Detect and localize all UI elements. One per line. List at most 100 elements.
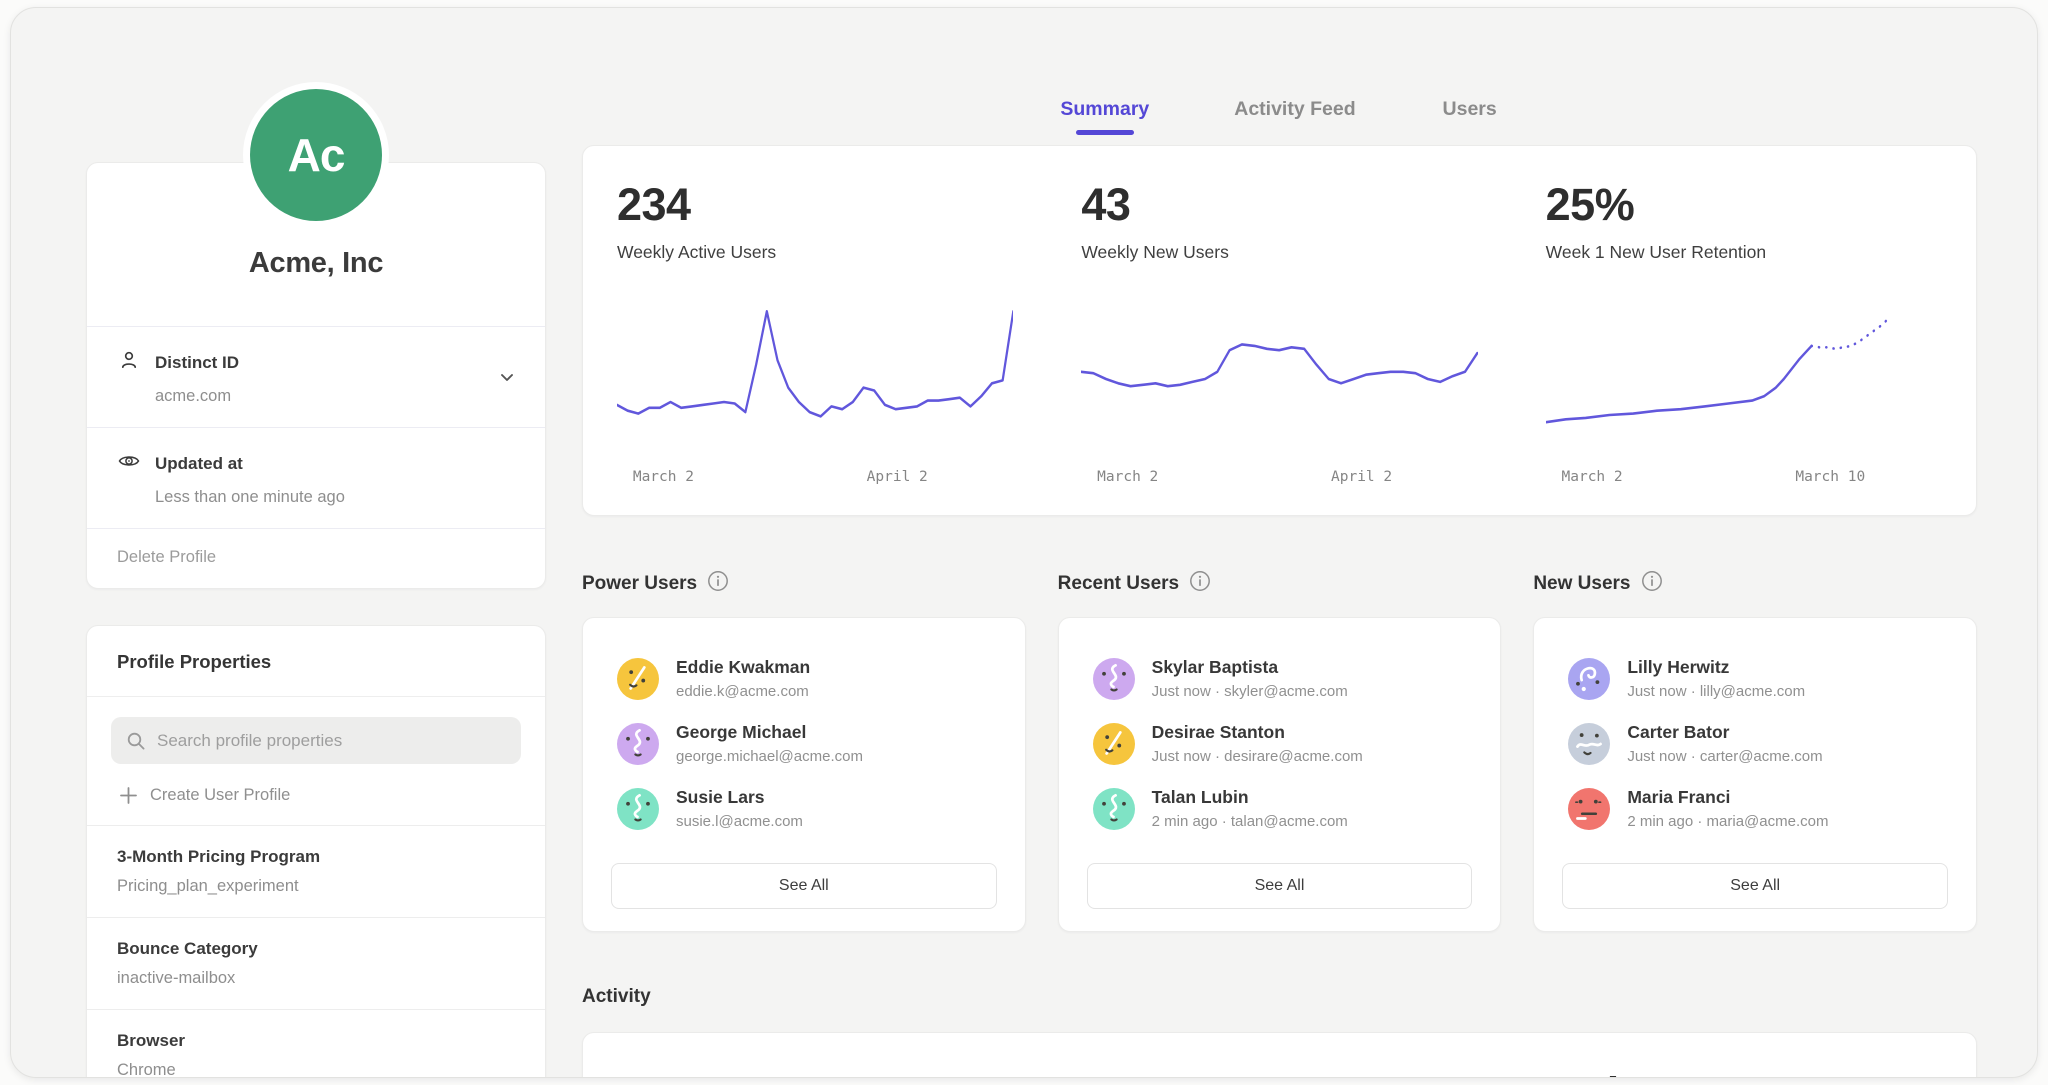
create-user-profile-label: Create User Profile (150, 786, 290, 805)
profile-sidebar: Ac Acme, Inc Distinct ID acme.com Updated … (86, 8, 546, 1077)
property-row-browser[interactable]: Browser Chrome (87, 1009, 545, 1078)
tab-underline (1266, 130, 1324, 135)
user-list-item[interactable]: Susie Lars susie.l@acme.com (611, 776, 997, 841)
user-list-item[interactable]: Lilly HerwitzJust now · lilly@acme.com (1562, 646, 1948, 711)
tab-underline (1441, 130, 1499, 135)
user-list-item[interactable]: Eddie Kwakmaneddie.k@acme.com (611, 646, 997, 711)
property-value: Chrome (117, 1061, 515, 1078)
user-avatar (1568, 658, 1610, 700)
user-list-item[interactable]: Maria Franci 2 min ago · maria@acme.com (1562, 776, 1948, 841)
activity-stat-value: 3.4k (1546, 1071, 1942, 1078)
user-list-item[interactable]: George Michaelgeorge.michael@acme.com (611, 711, 997, 776)
section-new-users: New Users Lilly HerwitzJust now · lilly@a… (1533, 570, 1977, 932)
axis-tick-label: April 2 (1331, 469, 1392, 485)
section-power-users: Power Users Eddie Kwakmaneddie.k@acme.com… (582, 570, 1026, 932)
tab-underline (1076, 130, 1134, 135)
search-icon (125, 730, 147, 752)
search-box[interactable] (111, 717, 521, 764)
tab-activity-feed[interactable]: Activity Feed (1234, 98, 1355, 135)
user-name: Carter Bator (1627, 722, 1822, 743)
tab-summary[interactable]: Summary (1060, 98, 1149, 135)
person-icon (117, 348, 141, 377)
company-avatar: Ac (243, 82, 389, 228)
property-label: Browser (117, 1031, 515, 1051)
section-title: Power Users (582, 573, 697, 595)
property-label: 3-Month Pricing Program (117, 847, 515, 867)
user-list-item[interactable]: Skylar Baptista Just now · skyler@acme.co… (1087, 646, 1473, 711)
sparkline-chart (1546, 299, 1942, 459)
info-icon[interactable] (707, 570, 729, 597)
sparkline-chart (617, 299, 1013, 459)
plus-icon (119, 786, 138, 805)
profile-properties-title: Profile Properties (87, 626, 545, 696)
profile-properties-search-area (87, 696, 545, 770)
user-name: Skylar Baptista (1152, 657, 1348, 678)
activity-card: 234 240 3.4k (582, 1032, 1977, 1078)
section-header: Recent Users (1058, 570, 1502, 597)
tab-bar: Summary Activity Feed Users (582, 98, 1977, 135)
property-row-bounce-category[interactable]: Bounce Categoryinactive-mailbox (87, 917, 545, 1009)
user-list-item[interactable]: Carter Bator Just now · carter@acme.com (1562, 711, 1948, 776)
chart-x-axis: March 2April 2 (617, 469, 1013, 495)
user-avatar (617, 788, 659, 830)
identity-row-distinct-id: Distinct ID acme.com (87, 326, 545, 427)
property-row-3-month-pricing-program[interactable]: 3-Month Pricing ProgramPricing_plan_expe… (87, 825, 545, 917)
stat-label: Weekly New Users (1081, 242, 1477, 263)
identity-row-updated-at: Updated atLess than one minute ago (87, 427, 545, 528)
tab-users[interactable]: Users (1441, 98, 1499, 135)
company-avatar-circle: Ac (250, 89, 382, 221)
chevron-down-icon[interactable] (495, 365, 519, 389)
info-icon[interactable] (1189, 570, 1211, 597)
user-list-card: Lilly HerwitzJust now · lilly@acme.comCa… (1533, 617, 1977, 932)
axis-tick-label: April 2 (867, 469, 928, 485)
section-title: New Users (1533, 573, 1630, 595)
user-avatar (1568, 788, 1610, 830)
info-icon[interactable] (1641, 570, 1663, 597)
user-avatar (617, 658, 659, 700)
search-profile-properties-input[interactable] (157, 731, 507, 751)
user-avatar (1093, 723, 1135, 765)
user-name: Maria Franci (1627, 787, 1828, 808)
user-list-card: Skylar Baptista Just now · skyler@acme.co… (1058, 617, 1502, 932)
see-all-button[interactable]: See All (1087, 863, 1473, 909)
see-all-button[interactable]: See All (1562, 863, 1948, 909)
user-sections: Power Users Eddie Kwakmaneddie.k@acme.com… (582, 570, 1977, 932)
chart-x-axis: March 2April 2 (1081, 469, 1477, 495)
activity-stat-value: 240 (1081, 1071, 1477, 1078)
user-avatar (1568, 723, 1610, 765)
identity-row-label: Distinct ID (155, 353, 239, 373)
user-avatar (617, 723, 659, 765)
section-header: New Users (1533, 570, 1977, 597)
user-list-item[interactable]: Talan Lubin2 min ago · talan@acme.com (1087, 776, 1473, 841)
sparkline-chart (1081, 299, 1477, 459)
user-list-card: Eddie Kwakmaneddie.k@acme.comGeorge Mich… (582, 617, 1026, 932)
user-name: Talan Lubin (1152, 787, 1348, 808)
stat-label: Weekly Active Users (617, 242, 1013, 263)
stat-weekly-active-users: 234Weekly Active UsersMarch 2April 2 (583, 182, 1047, 495)
chart-x-axis: March 2 March 10 (1546, 469, 1942, 495)
user-subtext: Just now · carter@acme.com (1627, 748, 1822, 765)
main-content: Summary Activity Feed Users 234 Weekly Acti… (582, 8, 1977, 1077)
company-name: Acme, Inc (87, 247, 545, 326)
profile-properties-card: Profile Properties Creat (86, 625, 546, 1078)
stat-week-1-new-user-retention: 25%Week 1 New User RetentionMarch 2March… (1512, 182, 1976, 495)
user-subtext: 2 min ago · maria@acme.com (1627, 813, 1828, 830)
identity-row-value: acme.com (155, 387, 515, 406)
property-value: inactive-mailbox (117, 969, 515, 988)
see-all-button[interactable]: See All (611, 863, 997, 909)
tab-label: Users (1441, 98, 1499, 121)
activity-stat: 234 (583, 1071, 1047, 1078)
activity-stat-value: 234 (617, 1071, 1013, 1078)
user-list-item[interactable]: Desirae StantonJust now · desirare@acme.… (1087, 711, 1473, 776)
axis-tick-label: March 2 (1562, 469, 1623, 485)
user-subtext: susie.l@acme.com (676, 813, 803, 830)
delete-profile-button[interactable]: Delete Profile (87, 528, 545, 588)
stat-value: 25% (1546, 182, 1942, 227)
user-subtext: Just now · skyler@acme.com (1152, 683, 1348, 700)
user-name: Susie Lars (676, 787, 803, 808)
user-avatar (1093, 788, 1135, 830)
axis-tick-label: March 10 (1795, 469, 1865, 485)
activity-stat: 3.4k (1512, 1071, 1976, 1078)
section-recent-users: Recent Users Skylar Baptista Just now · sk… (1058, 570, 1502, 932)
create-user-profile-button[interactable]: Create User Profile (87, 770, 545, 825)
